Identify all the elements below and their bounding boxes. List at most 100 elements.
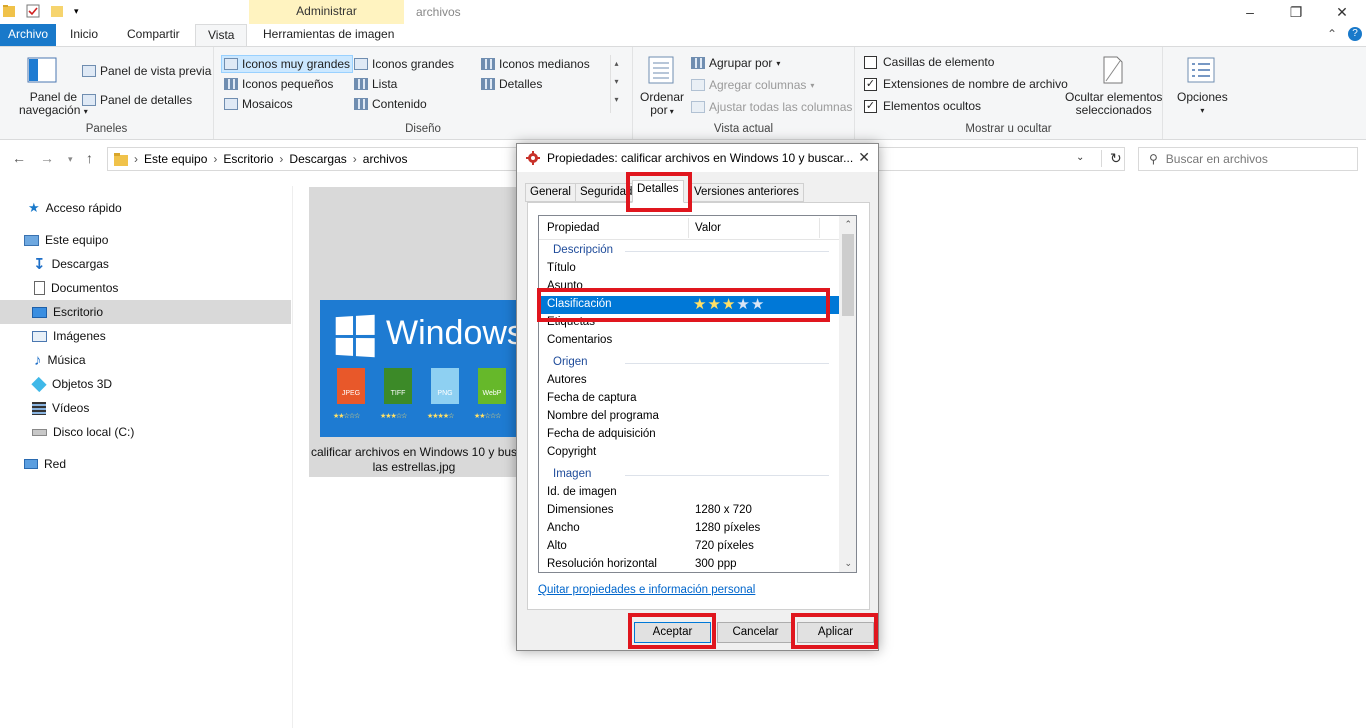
breadcrumb-desktop[interactable]: Escritorio xyxy=(223,152,273,166)
property-row[interactable]: Id. de imagen xyxy=(539,484,839,502)
star-icon[interactable]: ★ xyxy=(736,296,750,313)
star-icon[interactable]: ★ xyxy=(751,296,765,313)
properties-icon[interactable] xyxy=(26,3,40,19)
manage-context-tab[interactable]: Administrar xyxy=(249,0,404,24)
property-row[interactable]: Autores xyxy=(539,372,839,390)
layout-small-icons[interactable]: Iconos pequeños xyxy=(224,77,333,91)
column-property[interactable]: Propiedad xyxy=(547,222,599,234)
property-list-scrollbar[interactable]: ⌃ ⌄ xyxy=(839,216,856,572)
layout-tiles[interactable]: Mosaicos xyxy=(224,97,293,111)
tab-image-tools[interactable]: Herramientas de imagen xyxy=(251,24,406,46)
breadcrumb-archivos[interactable]: archivos xyxy=(363,152,408,166)
property-row[interactable]: Nombre del programa xyxy=(539,408,839,426)
property-row[interactable]: Título xyxy=(539,260,839,278)
back-icon[interactable]: ← xyxy=(12,150,26,166)
up-icon[interactable]: ↑ xyxy=(86,150,93,166)
layout-scroll[interactable]: ▴ ▾ ▾ xyxy=(610,55,622,113)
hide-selected-button[interactable]: Ocultar elementos seleccionados xyxy=(1065,91,1162,117)
file-extensions-toggle[interactable]: ✓ Extensiones de nombre de archivo xyxy=(864,77,1068,91)
star-icon[interactable]: ★ xyxy=(693,296,707,313)
sidebar-item-3d-objects[interactable]: Objetos 3D xyxy=(0,372,291,396)
minimize-icon[interactable]: – xyxy=(1227,0,1273,24)
column-divider[interactable] xyxy=(688,218,689,238)
sort-by-button[interactable]: Ordenar por ▾ xyxy=(640,91,684,118)
layout-list[interactable]: Lista xyxy=(354,77,397,91)
customize-toolbar-icon[interactable]: ▾ xyxy=(74,6,79,17)
close-icon[interactable]: ✕ xyxy=(858,149,870,166)
scroll-down-icon[interactable]: ⌄ xyxy=(844,558,852,569)
sidebar-item-local-disk[interactable]: Disco local (C:) xyxy=(0,420,291,444)
property-row[interactable]: Asunto xyxy=(539,278,839,296)
column-value[interactable]: Valor xyxy=(695,222,721,234)
property-row[interactable]: Copyright xyxy=(539,444,839,462)
sidebar-item-videos[interactable]: Vídeos xyxy=(0,396,291,420)
address-dropdown-icon[interactable]: ⌄ xyxy=(1076,152,1084,163)
tab-security[interactable]: Seguridad xyxy=(575,183,638,202)
add-columns-button[interactable]: Agregar columnas ▾ xyxy=(691,78,814,92)
column-divider[interactable] xyxy=(819,218,820,238)
sidebar-item-this-pc[interactable]: Este equipo xyxy=(0,228,291,252)
tab-general[interactable]: General xyxy=(525,183,576,202)
layout-medium-icons[interactable]: Iconos medianos xyxy=(481,57,590,71)
ok-button[interactable]: Aceptar xyxy=(634,622,711,643)
maximize-icon[interactable]: ❐ xyxy=(1273,0,1319,24)
tab-versions[interactable]: Versiones anteriores xyxy=(689,183,804,202)
item-checkboxes-toggle[interactable]: Casillas de elemento xyxy=(864,55,994,69)
layout-large-icons[interactable]: Iconos grandes xyxy=(354,57,454,71)
sidebar-item-quick-access[interactable]: ★ Acceso rápido xyxy=(0,196,291,220)
hidden-items-checkbox[interactable]: ✓ xyxy=(864,99,877,113)
item-checkboxes-checkbox[interactable] xyxy=(864,55,877,69)
rating-stars[interactable]: ★★★★★ xyxy=(693,295,765,313)
search-input[interactable]: Buscar en archivos xyxy=(1166,152,1268,166)
property-row-rating[interactable]: Clasificación ★★★★★ xyxy=(539,296,839,314)
property-row[interactable]: Dimensiones 1280 x 720 xyxy=(539,502,839,520)
fit-columns-button[interactable]: Ajustar todas las columnas xyxy=(691,100,852,114)
sidebar-item-desktop[interactable]: Escritorio xyxy=(0,300,291,324)
details-pane-button[interactable]: Panel de detalles xyxy=(82,93,192,107)
tab-share[interactable]: Compartir xyxy=(115,24,192,46)
property-row[interactable]: Etiquetas xyxy=(539,314,839,332)
sidebar-item-documents[interactable]: Documentos xyxy=(0,276,291,300)
layout-details[interactable]: Detalles xyxy=(481,77,542,91)
scroll-up-icon[interactable]: ⌃ xyxy=(844,219,852,230)
options-button[interactable]: Opciones ▾ xyxy=(1177,91,1228,117)
star-icon[interactable]: ★ xyxy=(707,296,721,313)
property-row[interactable]: Alto 720 píxeles xyxy=(539,538,839,556)
property-row[interactable]: Fecha de adquisición xyxy=(539,426,839,444)
scrollbar-thumb[interactable] xyxy=(842,234,854,316)
preview-pane-button[interactable]: Panel de vista previa xyxy=(82,64,211,78)
sidebar-item-network[interactable]: Red xyxy=(0,452,291,476)
navigation-pane-button[interactable]: Panel de navegación ▾ xyxy=(19,91,88,118)
sidebar-item-downloads[interactable]: ↧ Descargas xyxy=(0,252,291,276)
property-row[interactable]: Resolución horizontal 300 ppp xyxy=(539,556,839,572)
recent-locations-icon[interactable]: ▾ xyxy=(68,154,73,165)
remove-properties-link[interactable]: Quitar propiedades e información persona… xyxy=(538,584,755,596)
collapse-ribbon-icon[interactable]: ⌃ xyxy=(1327,27,1337,41)
search-box[interactable]: ⚲ Buscar en archivos xyxy=(1138,147,1358,171)
new-folder-icon[interactable] xyxy=(50,3,64,19)
property-row[interactable]: Comentarios xyxy=(539,332,839,350)
property-row[interactable]: Ancho 1280 píxeles xyxy=(539,520,839,538)
help-icon[interactable]: ? xyxy=(1348,27,1362,41)
breadcrumb-downloads[interactable]: Descargas xyxy=(289,152,346,166)
layout-extra-large-icons[interactable]: Iconos muy grandes xyxy=(221,55,354,73)
property-row[interactable]: Fecha de captura xyxy=(539,390,839,408)
hidden-items-toggle[interactable]: ✓ Elementos ocultos xyxy=(864,99,981,113)
tab-home[interactable]: Inicio xyxy=(58,24,110,46)
forward-icon[interactable]: → xyxy=(40,150,54,166)
breadcrumb-this-pc[interactable]: Este equipo xyxy=(144,152,207,166)
sidebar-item-pictures[interactable]: Imágenes xyxy=(0,324,291,348)
cancel-button[interactable]: Cancelar xyxy=(717,622,794,643)
folder-icon[interactable] xyxy=(2,3,16,19)
tab-details[interactable]: Detalles xyxy=(632,180,684,203)
tab-view[interactable]: Vista xyxy=(195,24,248,46)
sidebar-item-music[interactable]: ♪ Música xyxy=(0,348,291,372)
refresh-icon[interactable]: ↻ xyxy=(1101,150,1122,167)
file-item[interactable]: Windows JPEG TIFF PNG WebP ★★☆☆☆ ★★★☆☆ ★… xyxy=(309,187,519,477)
close-icon[interactable]: ✕ xyxy=(1319,0,1365,24)
layout-content[interactable]: Contenido xyxy=(354,97,427,111)
group-by-button[interactable]: Agrupar por ▾ xyxy=(691,56,780,70)
star-icon[interactable]: ★ xyxy=(722,296,736,313)
apply-button[interactable]: Aplicar xyxy=(797,622,874,643)
file-extensions-checkbox[interactable]: ✓ xyxy=(864,77,877,91)
